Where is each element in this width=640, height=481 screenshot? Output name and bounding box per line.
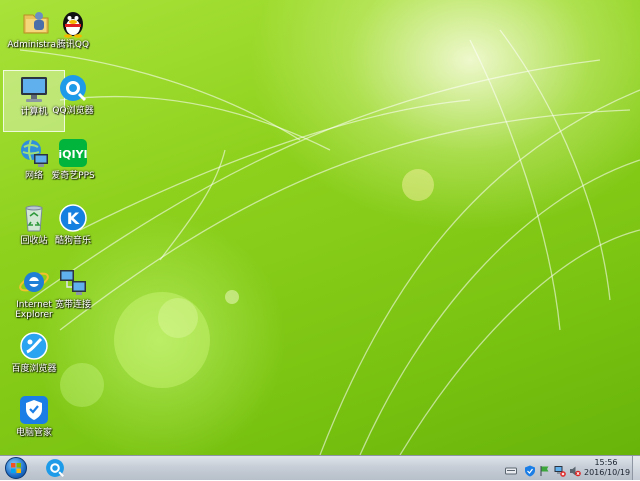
icon-label: 腾讯QQ xyxy=(56,40,90,50)
baidu-browser-icon xyxy=(18,330,50,362)
qq-penguin-icon xyxy=(57,6,89,38)
desktop[interactable]: Administra... 腾讯QQ 计算机 QQ浏览器 网络 iQIYI 爱奇… xyxy=(0,0,640,455)
action-center-flag-icon[interactable] xyxy=(539,462,551,476)
shield-icon xyxy=(18,394,50,426)
desktop-icon-pc-manager[interactable]: 电脑管家 xyxy=(3,392,65,454)
network-status-icon[interactable] xyxy=(554,462,566,477)
icon-label: QQ浏览器 xyxy=(52,106,94,116)
qq-browser-icon xyxy=(46,459,64,477)
network-connection-icon xyxy=(57,266,89,298)
icon-label: 电脑管家 xyxy=(15,428,52,438)
windows-logo-icon xyxy=(5,457,27,479)
volume-muted-icon[interactable] xyxy=(569,462,581,477)
kugou-icon: K xyxy=(57,202,89,234)
system-clock[interactable]: 15:56 2016/10/19 xyxy=(584,458,631,478)
icon-label: 宽带连接 xyxy=(54,300,91,310)
iqiyi-icon: iQIYI xyxy=(57,137,89,169)
icon-label: 酷狗音乐 xyxy=(54,236,91,246)
taskbar: 15:56 2016/10/19 xyxy=(0,455,640,480)
security-shield-icon[interactable] xyxy=(524,462,536,477)
qq-browser-icon xyxy=(57,72,89,104)
clock-date: 2016/10/19 xyxy=(584,468,631,477)
icon-label: 爱奇艺PPS xyxy=(51,171,95,181)
svg-text:K: K xyxy=(67,209,80,228)
desktop-icon-qq[interactable]: 腾讯QQ xyxy=(42,4,104,66)
desktop-icon-broadband-connection[interactable]: 宽带连接 xyxy=(42,264,104,326)
start-button[interactable] xyxy=(2,456,30,480)
keyboard-icon[interactable] xyxy=(505,462,517,475)
desktop-icon-kugou-music[interactable]: K 酷狗音乐 xyxy=(42,200,104,262)
svg-text:iQIYI: iQIYI xyxy=(58,148,87,161)
taskbar-qq-browser-button[interactable] xyxy=(40,457,70,479)
desktop-icon-qq-browser[interactable]: QQ浏览器 xyxy=(42,70,104,132)
icon-label: 百度浏览器 xyxy=(11,364,57,374)
desktop-icon-baidu-browser[interactable]: 百度浏览器 xyxy=(3,328,65,390)
clock-time: 15:56 xyxy=(594,458,618,467)
show-desktop-button[interactable] xyxy=(632,456,640,480)
desktop-icon-iqiyi-pps[interactable]: iQIYI 爱奇艺PPS xyxy=(42,135,104,197)
